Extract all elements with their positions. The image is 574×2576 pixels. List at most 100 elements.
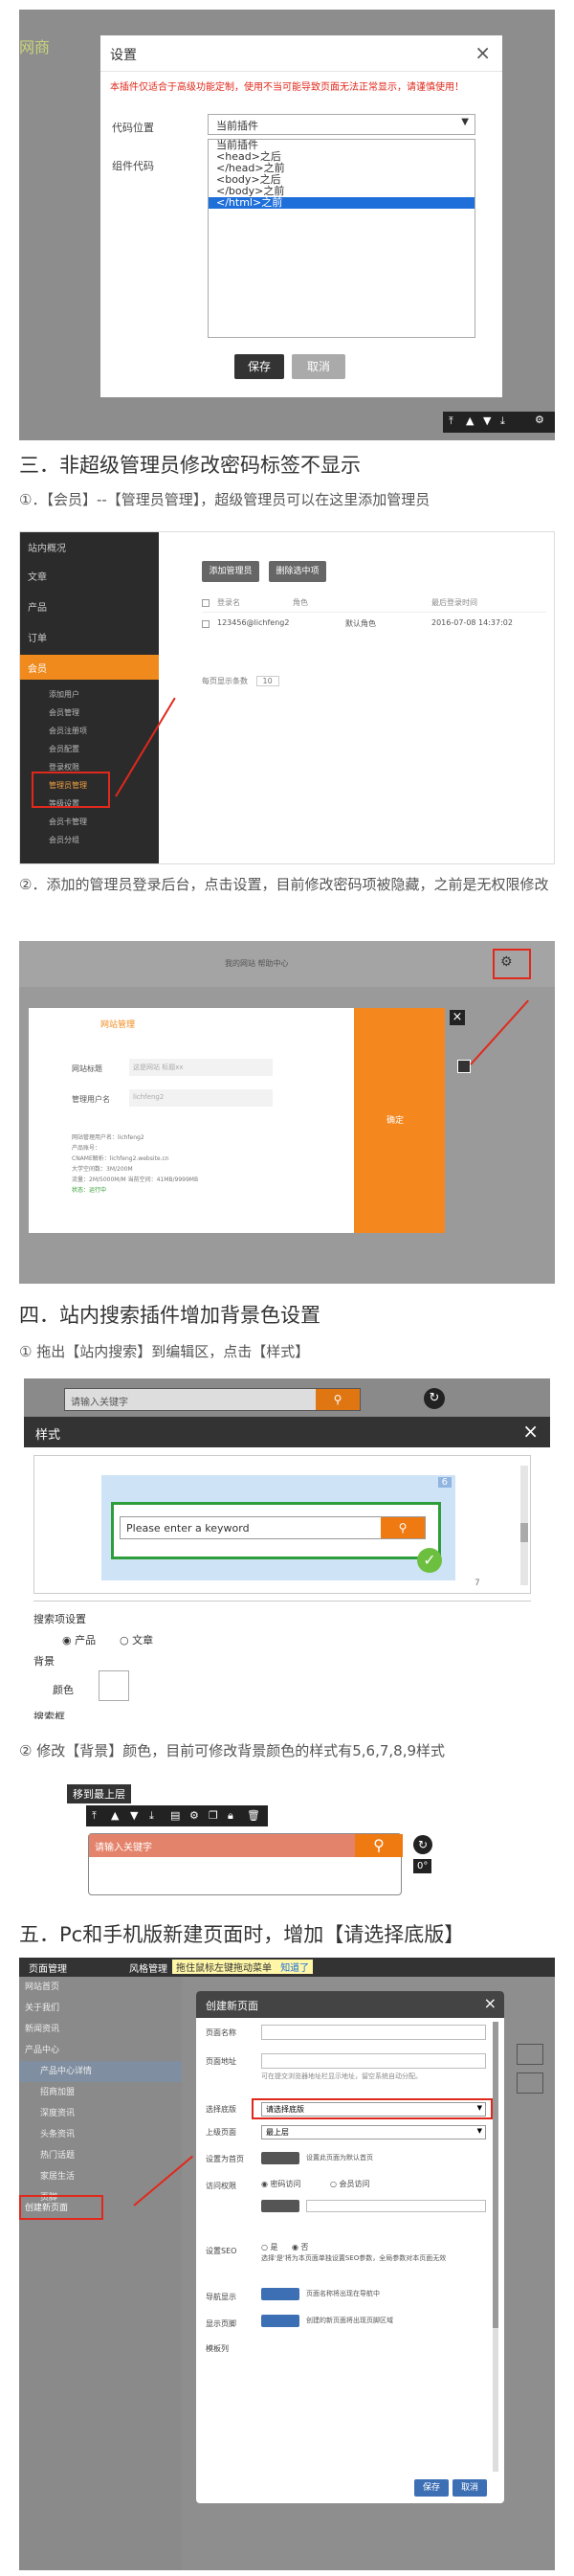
options-list[interactable]: 当前插件 <head>之后 </head>之前 <body>之后 </body>… bbox=[208, 139, 475, 338]
lock-icon[interactable]: 🔒︎ bbox=[228, 1805, 233, 1826]
page-name-input[interactable] bbox=[261, 2025, 486, 2040]
seo-note: 选择'是'将为本页面单独设置SEO参数，全局参数对本页面无效 bbox=[261, 2254, 447, 2262]
dialog-header: 设置 × bbox=[100, 35, 502, 72]
small-square[interactable] bbox=[457, 1060, 471, 1073]
perm-toggle[interactable] bbox=[261, 2200, 299, 2212]
checkbox[interactable] bbox=[202, 599, 210, 607]
gear-icon[interactable]: ⚙ bbox=[189, 1805, 199, 1826]
screenshot-admin: 站内概况 文章 产品 订单 会员 添加用户 会员管理 会员注册项 会员配置 登录… bbox=[19, 531, 555, 864]
pager-select[interactable]: 10 bbox=[255, 676, 279, 686]
nav-text: 页面名称将出现在导航中 bbox=[306, 2290, 380, 2297]
radio-product[interactable]: ◉ 产品 bbox=[62, 1632, 96, 1647]
preview-card[interactable]: 6 Please enter a keyword ⚲ ✓ bbox=[101, 1475, 455, 1580]
submenu-item[interactable]: 添加用户 bbox=[49, 685, 87, 704]
perm-password[interactable]: ◉ 密码访问 bbox=[261, 2179, 301, 2189]
submenu-item[interactable]: 会员分组 bbox=[49, 831, 87, 849]
tree-item[interactable]: 关于我们 bbox=[19, 1998, 182, 2019]
radio-label: 否 bbox=[300, 2243, 309, 2251]
move-top-icon[interactable]: ⤒ bbox=[449, 414, 453, 428]
sidebar-item-active[interactable]: 会员 bbox=[20, 655, 159, 680]
field-input[interactable]: lichfeng2 bbox=[129, 1089, 273, 1107]
home-text: 设置此页面为默认首页 bbox=[306, 2154, 373, 2162]
section-4-step-1: ① 拖出【站内搜索】到编辑区，点击【样式】 bbox=[19, 1343, 310, 1360]
page-url-input[interactable] bbox=[261, 2053, 486, 2069]
search-icon[interactable]: ⚲ bbox=[355, 1834, 403, 1857]
perm-member[interactable]: ○ 会员访问 bbox=[330, 2179, 370, 2189]
seo-yes[interactable]: ○ 是 bbox=[261, 2242, 278, 2252]
foot-toggle[interactable] bbox=[261, 2315, 299, 2327]
submenu-item[interactable]: 会员配置 bbox=[49, 740, 87, 758]
field-input[interactable]: 这是网站 标题xx bbox=[129, 1059, 273, 1076]
save-button[interactable]: 保存 bbox=[234, 354, 284, 379]
base-select-value: 请选择底版 bbox=[266, 2105, 304, 2114]
tree-item[interactable]: 产品中心 bbox=[19, 2040, 182, 2061]
copy-icon[interactable]: ❐ bbox=[209, 1805, 218, 1826]
tab-page-manage[interactable]: 页面管理 bbox=[29, 1960, 67, 1975]
close-icon[interactable]: × bbox=[522, 1420, 539, 1443]
close-icon[interactable]: × bbox=[475, 41, 491, 64]
sidebar-item[interactable]: 产品 bbox=[28, 599, 47, 614]
field-label: 模板列 bbox=[206, 2344, 229, 2353]
password-input[interactable] bbox=[306, 2200, 486, 2212]
move-top-icon[interactable]: ⤒ bbox=[92, 1805, 97, 1826]
move-up-icon[interactable]: ▲ bbox=[111, 1805, 119, 1826]
move-up-icon[interactable]: ▲ bbox=[466, 414, 474, 427]
tree-item[interactable]: 新闻资讯 bbox=[19, 2019, 182, 2040]
seo-no[interactable]: ◉ 否 bbox=[292, 2242, 309, 2252]
sidebar-item[interactable]: 文章 bbox=[28, 569, 47, 583]
search-icon[interactable]: ⚲ bbox=[316, 1389, 360, 1410]
parent-select[interactable]: 最上层 ▼ bbox=[261, 2125, 486, 2139]
cancel-button[interactable]: 取消 bbox=[292, 354, 345, 379]
close-icon[interactable]: × bbox=[450, 1010, 465, 1025]
move-bottom-icon[interactable]: ⤓ bbox=[149, 1805, 154, 1826]
close-icon[interactable]: × bbox=[484, 1994, 497, 2012]
move-down-icon[interactable]: ▼ bbox=[130, 1805, 138, 1826]
radio-article[interactable]: ○ 文章 bbox=[120, 1632, 153, 1647]
submenu-item[interactable]: 会员卡管理 bbox=[49, 813, 87, 831]
tree-item[interactable]: 深度资讯 bbox=[19, 2103, 182, 2124]
field-label: 显示页脚 bbox=[206, 2319, 236, 2328]
table-row[interactable]: 123456@lichfeng2 默认角色 2016-07-08 14:37:0… bbox=[202, 618, 546, 636]
add-admin-button[interactable]: 添加管理员 bbox=[202, 561, 259, 582]
delete-selected-button[interactable]: 删除选中项 bbox=[269, 561, 326, 582]
color-swatch[interactable] bbox=[99, 1670, 129, 1701]
nav-toggle[interactable] bbox=[261, 2288, 299, 2300]
create-page-item[interactable]: 创建新页面 bbox=[25, 2201, 68, 2213]
rotate-icon[interactable]: ↻ bbox=[424, 1388, 445, 1409]
submenu-item[interactable]: 会员管理 bbox=[49, 704, 87, 722]
tree-item[interactable]: 网站首页 bbox=[19, 1977, 182, 1998]
delete-icon[interactable]: 🗑︎ bbox=[247, 1805, 260, 1826]
tab-style-manage[interactable]: 风格管理 bbox=[129, 1960, 167, 1975]
style-dialog: 样式 × 6 Please enter a keyword ⚲ ✓ 7 搜索项设… bbox=[24, 1417, 550, 1719]
notice: 拖住鼠标左键拖动菜单 知道了 bbox=[172, 1960, 314, 1974]
save-button[interactable]: 保存 bbox=[414, 2479, 449, 2497]
scrollbar[interactable] bbox=[520, 1466, 528, 1585]
rotate-icon[interactable]: ↻ bbox=[413, 1835, 432, 1854]
tree-item[interactable]: 招商加盟 bbox=[19, 2082, 182, 2103]
confirm-panel[interactable]: 确定 bbox=[354, 1008, 445, 1233]
tree-item[interactable]: 头条资讯 bbox=[19, 2124, 182, 2145]
tab-bar: 页面管理 风格管理 拖住鼠标左键拖动菜单 知道了 bbox=[19, 1958, 555, 1977]
checkbox[interactable] bbox=[202, 620, 210, 628]
tree-item[interactable]: 产品中心详情 bbox=[19, 2061, 182, 2082]
top-links[interactable]: 我的网站 帮助中心 bbox=[225, 958, 289, 969]
gear-icon[interactable]: ⚙ bbox=[535, 414, 544, 426]
move-down-icon[interactable]: ▼ bbox=[483, 414, 491, 427]
scrollbar[interactable] bbox=[493, 2022, 498, 2472]
selection-frame[interactable]: 请输入关键字 ⚲ bbox=[88, 1833, 403, 1895]
sidebar-item[interactable]: 订单 bbox=[28, 630, 47, 644]
base-select[interactable]: 请选择底版 ▼ bbox=[261, 2102, 486, 2117]
move-bottom-icon[interactable]: ⤓ bbox=[500, 414, 505, 428]
search-placeholder: 请输入关键字 bbox=[95, 1843, 152, 1853]
tree-item[interactable]: 热门话题 bbox=[19, 2145, 182, 2166]
confirm-button[interactable]: 确定 bbox=[386, 1113, 404, 1126]
sidebar-item[interactable]: 站内概况 bbox=[28, 540, 66, 554]
submenu-item[interactable]: 会员注册项 bbox=[49, 722, 87, 740]
layout-icon[interactable]: ▤ bbox=[170, 1805, 180, 1826]
option-item-selected[interactable]: </html>之前 bbox=[209, 197, 475, 209]
column-header: 角色 bbox=[293, 598, 308, 607]
cancel-button[interactable]: 取消 bbox=[453, 2479, 487, 2497]
notice-link[interactable]: 知道了 bbox=[280, 1963, 309, 1974]
position-select[interactable]: 当前插件 ▼ bbox=[208, 114, 475, 135]
home-toggle[interactable] bbox=[261, 2152, 299, 2164]
